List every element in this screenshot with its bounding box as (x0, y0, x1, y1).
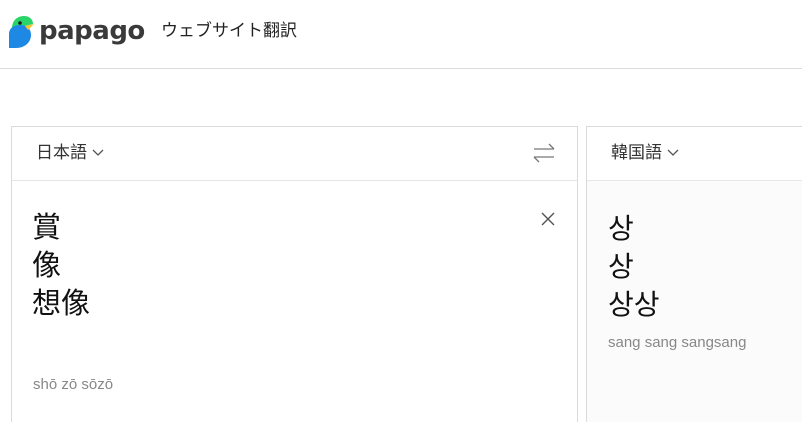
source-pronunciation: shō zō sōzō (33, 376, 114, 393)
source-line: 賞 (32, 210, 62, 244)
target-language-label: 韓国語 (611, 143, 662, 163)
target-panel: 韓国語 상 상 상상 sang sang sangsang (586, 126, 802, 422)
papago-logo[interactable]: papago (7, 14, 145, 50)
translation-line: 상상 (608, 288, 660, 321)
source-language-select[interactable]: 日本語 (36, 142, 104, 164)
papago-parrot-icon (9, 16, 34, 48)
source-panel-header: 日本語 (12, 127, 577, 181)
source-line: 想像 (32, 286, 91, 320)
source-line: 像 (32, 248, 62, 282)
swap-arrows-icon[interactable] (532, 141, 556, 165)
source-panel: 日本語 賞 像 想像 shō zō sōzō (11, 126, 578, 422)
source-language-label: 日本語 (36, 143, 87, 163)
logo-wordmark: papago (39, 16, 145, 46)
translation-line: 상 (608, 212, 634, 245)
chevron-down-icon (667, 149, 679, 156)
target-pronunciation: sang sang sangsang (608, 334, 747, 351)
close-icon[interactable] (541, 212, 555, 226)
target-panel-header: 韓国語 (587, 127, 802, 181)
chevron-down-icon (92, 149, 104, 156)
target-language-select[interactable]: 韓国語 (611, 142, 679, 164)
source-text[interactable]: 賞 像 想像 (32, 208, 90, 322)
translation-text: 상 상 상상 (608, 210, 660, 324)
translation-line: 상 (608, 250, 634, 283)
top-header: papago ウェブサイト翻訳 (0, 0, 802, 69)
page-title: ウェブサイト翻訳 (161, 21, 297, 41)
